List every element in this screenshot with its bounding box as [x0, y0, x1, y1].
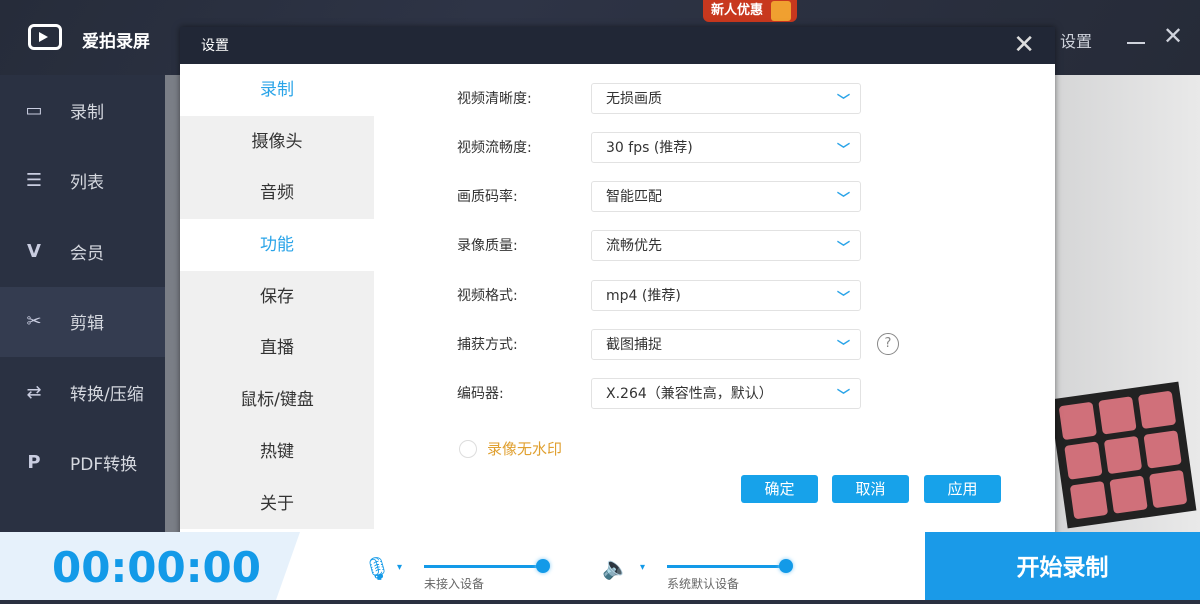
- no-watermark-radio[interactable]: [459, 439, 477, 458]
- bottom-bar: 00:00:00 🎙 ▾ 未接入设备 🔈 ▾ 系统默认设备 开始录制: [0, 532, 1200, 600]
- dialog-title-bar: 设置 ✕: [180, 27, 1055, 64]
- rubiks-cube-image: [1049, 381, 1197, 529]
- mic-device-label: 未接入设备: [424, 577, 485, 591]
- sidebar-item-pdf[interactable]: P PDF转换: [0, 428, 165, 499]
- sidebar-item-label: 列表: [70, 173, 104, 194]
- framerate-select[interactable]: 30 fps (推荐) ﹀: [591, 131, 861, 163]
- speaker-slider-handle[interactable]: [779, 559, 793, 573]
- field-encoder: 编码器: X.264（兼容性高，默认） ﹀: [457, 377, 861, 409]
- app-title: 爱拍录屏: [82, 32, 150, 52]
- field-label: 视频格式:: [457, 288, 518, 304]
- field-bitrate: 画质码率: 智能匹配 ﹀: [457, 180, 861, 212]
- capture-mode-select[interactable]: 截图捕捉 ﹀: [591, 328, 861, 360]
- field-video-clarity: 视频清晰度: 无损画质 ﹀: [457, 82, 861, 114]
- quality-select[interactable]: 流畅优先 ﹀: [591, 229, 861, 261]
- field-quality: 录像质量: 流畅优先 ﹀: [457, 229, 861, 261]
- promo-label: 新人优惠: [711, 3, 764, 18]
- field-capture-mode: 捕获方式: 截图捕捉 ﹀?: [457, 328, 899, 360]
- mic-slider-handle[interactable]: [536, 559, 550, 573]
- select-value: X.264（兼容性高，默认）: [606, 386, 773, 402]
- settings-dialog: 设置 ✕ 录制 摄像头 音频 功能 保存 直播 鼠标/键盘 热键 关于 视频清晰度…: [180, 27, 1055, 545]
- dialog-title: 设置: [201, 38, 229, 54]
- pdf-icon: P: [27, 452, 41, 474]
- sidebar: ▭ 录制 ☰ 列表 V 会员 ✂ 剪辑 ⇄ 转换/压缩 P PDF转换: [0, 75, 165, 532]
- speaker-volume-slider[interactable]: [667, 559, 793, 573]
- chevron-down-icon: ﹀: [836, 142, 850, 158]
- settings-nav: 录制 摄像头 音频 功能 保存 直播 鼠标/键盘 热键 关于: [180, 64, 374, 545]
- encoder-select[interactable]: X.264（兼容性高，默认） ﹀: [591, 377, 861, 409]
- tab-mouse-keyboard[interactable]: 鼠标/键盘: [180, 374, 374, 426]
- scissors-icon: ✂: [26, 311, 42, 333]
- help-icon[interactable]: ?: [877, 333, 899, 355]
- chevron-down-icon: ﹀: [836, 240, 850, 256]
- mic-volume-slider[interactable]: [424, 559, 550, 573]
- settings-button[interactable]: 设置: [1060, 28, 1092, 52]
- sidebar-item-record[interactable]: ▭ 录制: [0, 75, 165, 146]
- chevron-down-icon: ﹀: [836, 191, 850, 207]
- tab-camera[interactable]: 摄像头: [180, 115, 374, 168]
- field-label: 编码器:: [457, 386, 504, 402]
- speaker-device-label: 系统默认设备: [667, 577, 740, 591]
- dialog-close-button[interactable]: ✕: [1013, 27, 1035, 64]
- microphone-icon[interactable]: 🎙: [363, 557, 391, 582]
- tab-live[interactable]: 直播: [180, 322, 374, 375]
- tab-save[interactable]: 保存: [180, 270, 374, 323]
- tab-record[interactable]: 录制: [180, 64, 374, 116]
- speaker-icon[interactable]: 🔈: [602, 556, 629, 581]
- sidebar-item-vip[interactable]: V 会员: [0, 216, 165, 287]
- select-value: 流畅优先: [606, 238, 662, 254]
- field-label: 视频清晰度:: [457, 91, 532, 107]
- bitrate-select[interactable]: 智能匹配 ﹀: [591, 180, 861, 212]
- chevron-down-icon: ﹀: [836, 93, 850, 109]
- chevron-down-icon: ﹀: [836, 388, 850, 404]
- start-recording-button[interactable]: 开始录制: [925, 532, 1200, 600]
- select-value: 智能匹配: [606, 189, 662, 205]
- ok-button[interactable]: 确定: [741, 475, 818, 503]
- field-label: 捕获方式:: [457, 337, 518, 353]
- format-select[interactable]: mp4 (推荐) ﹀: [591, 279, 861, 311]
- sidebar-item-label: 剪辑: [70, 314, 104, 335]
- chevron-down-icon: ﹀: [836, 339, 850, 355]
- tab-about[interactable]: 关于: [180, 477, 374, 530]
- speaker-dropdown-arrow[interactable]: ▾: [640, 562, 645, 573]
- record-timer: 00:00:00: [0, 532, 300, 600]
- no-watermark-option[interactable]: 录像无水印: [459, 438, 562, 459]
- sidebar-item-label: 会员: [70, 243, 104, 264]
- field-framerate: 视频流畅度: 30 fps (推荐) ﹀: [457, 131, 861, 163]
- field-label: 录像质量:: [457, 238, 518, 254]
- gift-icon: [771, 1, 792, 21]
- sidebar-item-label: 转换/压缩: [70, 384, 144, 405]
- select-value: 无损画质: [606, 91, 662, 107]
- tab-hotkeys[interactable]: 热键: [180, 425, 374, 478]
- field-label: 画质码率:: [457, 189, 518, 205]
- vip-icon: V: [27, 240, 41, 262]
- no-watermark-label: 录像无水印: [487, 440, 563, 458]
- convert-icon: ⇄: [26, 381, 42, 403]
- video-clarity-select[interactable]: 无损画质 ﹀: [591, 82, 861, 114]
- close-app-button[interactable]: ✕: [1163, 22, 1183, 50]
- field-format: 视频格式: mp4 (推荐) ﹀: [457, 279, 861, 311]
- select-value: mp4 (推荐): [606, 288, 681, 304]
- field-label: 视频流畅度:: [457, 140, 532, 156]
- apply-button[interactable]: 应用: [924, 475, 1001, 503]
- tab-audio[interactable]: 音频: [180, 167, 374, 220]
- tab-features[interactable]: 功能: [180, 219, 374, 271]
- cancel-button[interactable]: 取消: [832, 475, 909, 503]
- sidebar-item-list[interactable]: ☰ 列表: [0, 146, 165, 217]
- select-value: 截图捕捉: [606, 337, 662, 353]
- sidebar-item-convert[interactable]: ⇄ 转换/压缩: [0, 357, 165, 428]
- camera-icon: ▭: [25, 99, 43, 121]
- minimize-button[interactable]: [1127, 42, 1145, 44]
- select-value: 30 fps (推荐): [606, 140, 693, 156]
- chevron-down-icon: ﹀: [836, 290, 850, 306]
- promo-badge[interactable]: 新人优惠: [703, 0, 798, 22]
- app-logo-icon: [28, 24, 62, 50]
- sidebar-item-label: PDF转换: [70, 455, 138, 476]
- sidebar-item-edit[interactable]: ✂ 剪辑: [0, 286, 165, 357]
- list-icon: ☰: [25, 170, 43, 192]
- mic-dropdown-arrow[interactable]: ▾: [397, 562, 402, 573]
- sidebar-item-label: 录制: [70, 102, 104, 123]
